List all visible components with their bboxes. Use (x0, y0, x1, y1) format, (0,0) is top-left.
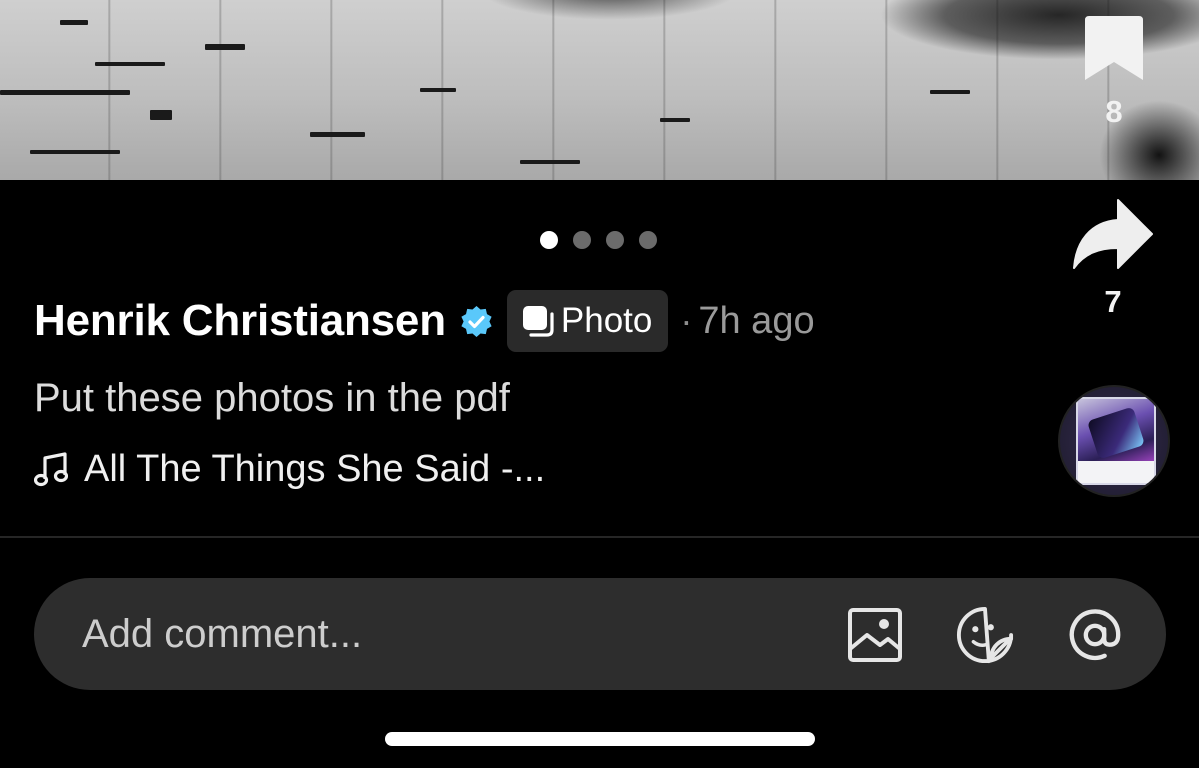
sticker-icon[interactable] (956, 606, 1014, 664)
post-photo[interactable] (0, 0, 1199, 180)
carousel-dot[interactable] (639, 231, 657, 249)
image-icon[interactable] (846, 606, 904, 664)
photo-speck (60, 20, 88, 25)
share-icon (1073, 199, 1153, 269)
photo-speck (30, 150, 120, 154)
album-art (1086, 406, 1146, 460)
photo-shadow (480, 0, 740, 20)
photo-speck (660, 118, 690, 122)
photo-stack-icon (522, 306, 554, 337)
post-type-badge[interactable]: Photo (506, 290, 669, 352)
home-indicator[interactable] (385, 732, 815, 746)
album-cover (1076, 397, 1156, 485)
share-button[interactable]: 7 (1070, 196, 1156, 320)
photo-shadow (879, 0, 1199, 60)
photo-speck (0, 90, 130, 95)
mention-icon[interactable] (1066, 606, 1124, 664)
meta-separator: · (680, 300, 693, 341)
album-disc[interactable] (1058, 385, 1170, 497)
post-type-label: Photo (560, 301, 653, 340)
share-count: 7 (1104, 284, 1122, 319)
carousel-dot[interactable] (573, 231, 591, 249)
album-label-strip (1078, 461, 1154, 483)
photo-speck (310, 132, 365, 137)
photo-speck (95, 62, 165, 66)
author-name[interactable]: Henrik Christiansen (34, 296, 446, 346)
post-caption: Put these photos in the pdf (34, 376, 510, 420)
photo-speck (930, 90, 970, 94)
photo-speck (520, 160, 580, 164)
carousel-dots (540, 231, 657, 249)
photo-speck (205, 44, 245, 50)
author-row: Henrik Christiansen Photo · 7h ago (34, 290, 815, 352)
carousel-dot[interactable] (540, 231, 558, 249)
comment-input[interactable] (82, 611, 682, 657)
music-note-icon (34, 451, 68, 486)
post-timestamp: 7h ago (698, 299, 815, 342)
comment-bar (34, 578, 1166, 690)
post-screen: 8 7 Henrik Christiansen Photo · 7h ago P… (0, 0, 1199, 768)
music-title: All The Things She Said -... (84, 448, 546, 490)
photo-speck (150, 110, 172, 120)
photo-speck (420, 88, 456, 92)
verified-badge-icon (460, 305, 493, 338)
bookmark-icon (1085, 16, 1143, 80)
bookmark-count: 8 (1105, 94, 1123, 129)
music-row[interactable]: All The Things She Said -... (34, 448, 545, 491)
divider (0, 536, 1199, 538)
carousel-dot[interactable] (606, 231, 624, 249)
bookmark-button[interactable]: 8 (1080, 14, 1148, 130)
